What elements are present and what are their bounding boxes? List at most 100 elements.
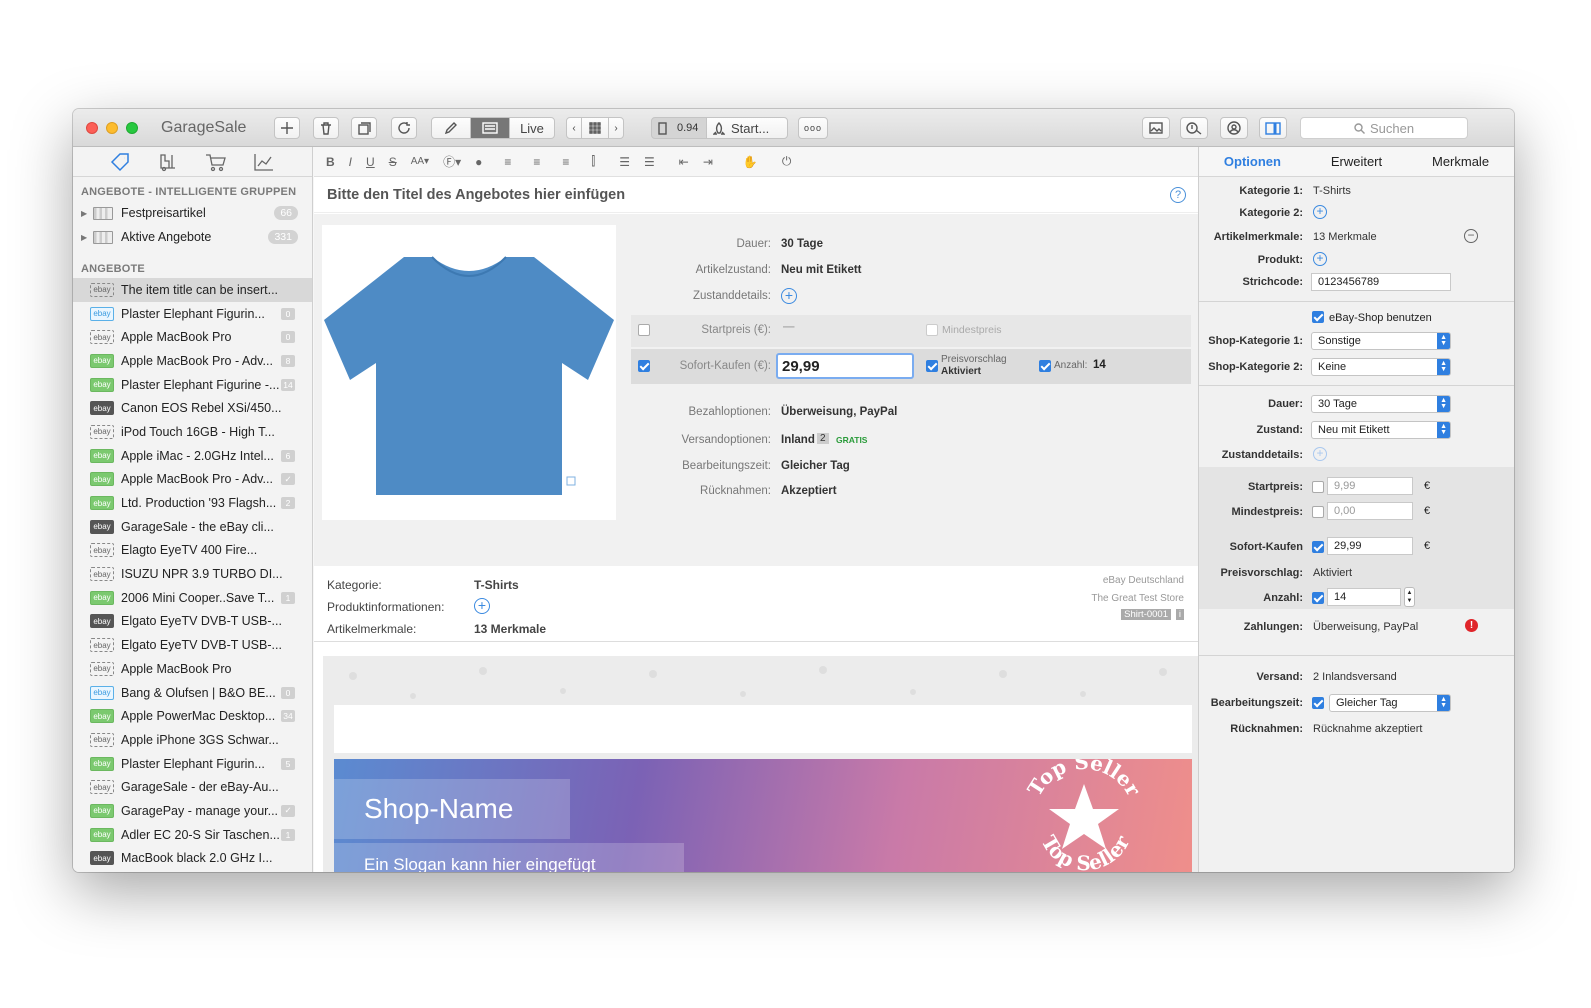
listing-item[interactable]: ebay Plaster Elephant Figurine -... 14 <box>73 373 312 397</box>
listing-item[interactable]: ebay Apple MacBook Pro - Adv... 8 <box>73 349 312 373</box>
listing-item[interactable]: ebay Apple MacBook Pro - Adv... ✓ <box>73 468 312 492</box>
listing-item[interactable]: ebay Bang & Olufsen | B&O BE... 0 <box>73 681 312 705</box>
product-image[interactable] <box>322 225 616 520</box>
listing-item[interactable]: ebay Elgato EyeTV DVB-T USB-... <box>73 633 312 657</box>
image-button[interactable] <box>1142 117 1170 139</box>
add-condition-details-icon[interactable]: + <box>1313 447 1327 461</box>
listing-item[interactable]: ebay MacBook black 2.0 GHz I... <box>73 847 312 871</box>
grid-button[interactable] <box>581 117 609 139</box>
listing-item[interactable]: ebay GaragePay - manage your... ✓ <box>73 799 312 823</box>
bullet-list-icon[interactable]: ☰ <box>619 155 630 169</box>
quantity-stepper[interactable]: ▲ ▼ <box>1404 587 1415 607</box>
outdent-icon[interactable]: ⇤ <box>679 155 689 169</box>
listing-item[interactable]: ebay Apple MacBook Pro <box>73 657 312 681</box>
hand-icon[interactable]: ✋ <box>743 155 758 169</box>
numbered-list-icon[interactable]: ☰ <box>644 155 655 169</box>
item-specifics-label[interactable]: Artikelmerkmale: <box>327 622 416 636</box>
listing-item[interactable]: ebay Apple PowerMac Desktop... 34 <box>73 704 312 728</box>
listing-item[interactable]: ebay ISUZU NPR 3.9 TURBO DI... <box>73 562 312 586</box>
delete-button[interactable] <box>313 117 339 139</box>
zoom-window-button[interactable] <box>126 122 138 134</box>
forklift-icon[interactable] <box>158 152 178 172</box>
returns-value[interactable]: Rücknahme akzeptiert <box>1313 723 1422 735</box>
search-field[interactable]: Suchen <box>1300 117 1468 139</box>
duration-select[interactable]: 30 Tage ▲ ▼ <box>1311 395 1451 413</box>
listing-item[interactable]: ebay 2006 Mini Cooper..Save T... 1 <box>73 586 312 610</box>
add-category2-icon[interactable]: + <box>1313 205 1327 219</box>
listing-item[interactable]: ebay The item title can be insert... <box>73 278 312 302</box>
listing-item[interactable]: ebay Elgato EyeTV DVB-T USB-... <box>73 610 312 634</box>
listing-item[interactable]: ebay Elagto EyeTV 400 Fire... <box>73 539 312 563</box>
listing-item[interactable]: ebay Adler EC 20-S Sir Taschen... 1 <box>73 823 312 847</box>
handling-select[interactable]: Gleicher Tag ▲ ▼ <box>1329 694 1451 712</box>
shop-category1-select[interactable]: Sonstige ▲ ▼ <box>1311 332 1451 350</box>
min-price-input[interactable]: 0,00 <box>1327 502 1413 520</box>
help-icon[interactable]: ? <box>1170 187 1186 203</box>
min-price-checkbox[interactable] <box>926 324 938 336</box>
chart-icon[interactable] <box>253 152 275 172</box>
category1-value[interactable]: T-Shirts <box>1313 185 1351 197</box>
buy-now-input[interactable]: 29,99 <box>1327 537 1413 555</box>
font-button[interactable]: Ⓕ▾ <box>443 153 461 170</box>
listing-item[interactable]: ebay Apple iPhone 3GS Schwar... <box>73 728 312 752</box>
italic-button[interactable]: I <box>349 155 352 169</box>
payments-value[interactable]: Überweisung, PayPal <box>1313 621 1418 633</box>
strikethrough-button[interactable]: S <box>389 155 397 169</box>
listing-item[interactable]: ebay GarageSale - der eBay-Au... <box>73 775 312 799</box>
condition-select[interactable]: Neu mit Etikett ▲ ▼ <box>1311 421 1451 439</box>
smart-group[interactable]: ▶ Aktive Angebote 331 <box>73 225 312 249</box>
disclosure-triangle-icon[interactable]: ▶ <box>81 209 93 218</box>
remove-specifics-icon[interactable]: − <box>1464 229 1478 243</box>
quantity-input[interactable]: 14 <box>1327 588 1401 606</box>
form-view-button[interactable] <box>470 117 510 139</box>
edit-button[interactable] <box>431 117 471 139</box>
listing-item[interactable]: ebay Apple MacBook Pro 0 <box>73 325 312 349</box>
best-offer-value[interactable]: Aktiviert <box>1313 567 1352 579</box>
listing-item[interactable]: ebay Plaster Elephant Figurin... 5 <box>73 752 312 776</box>
specifics-value[interactable]: 13 Merkmale <box>1313 231 1377 243</box>
live-view-button[interactable]: Live <box>509 117 555 139</box>
duplicate-button[interactable] <box>351 117 377 139</box>
handling-checkbox[interactable] <box>1312 697 1324 709</box>
start-price-input[interactable]: 9,99 <box>1327 477 1413 495</box>
cart-icon[interactable] <box>205 152 227 172</box>
add-condition-details-icon[interactable]: + <box>781 288 797 304</box>
barcode-input[interactable]: 0123456789 <box>1311 273 1451 291</box>
warning-icon[interactable]: ! <box>1465 619 1478 632</box>
start-price-checkbox[interactable] <box>1312 481 1324 493</box>
add-product-info-icon[interactable]: + <box>474 598 490 614</box>
listing-item[interactable]: ebay Plaster Elephant Figurin... 0 <box>73 302 312 326</box>
bold-button[interactable]: B <box>326 155 335 169</box>
add-button[interactable] <box>274 117 300 139</box>
underline-button[interactable]: U <box>366 155 375 169</box>
listing-item[interactable]: ebay Ltd. Production '93 Flagsh... 2 <box>73 491 312 515</box>
close-window-button[interactable] <box>86 122 98 134</box>
listing-item[interactable]: ebay Apple iMac - 2.0GHz Intel... 6 <box>73 444 312 468</box>
inspector-button[interactable] <box>1180 117 1208 139</box>
account-button[interactable] <box>1220 117 1248 139</box>
add-product-icon[interactable]: + <box>1313 252 1327 266</box>
refresh-button[interactable] <box>391 117 417 139</box>
start-button[interactable]: Start... <box>706 117 788 139</box>
more-button[interactable]: ooo <box>798 117 828 139</box>
minimize-window-button[interactable] <box>106 122 118 134</box>
min-price-checkbox[interactable] <box>1312 506 1324 518</box>
buy-now-checkbox[interactable] <box>1312 541 1324 553</box>
indent-icon[interactable]: ⇥ <box>703 155 713 169</box>
listing-title-input[interactable]: Bitte den Titel des Angebotes hier einfü… <box>314 177 1198 213</box>
sku-info-icon[interactable]: i <box>1175 609 1184 620</box>
sidebar-toggle-button[interactable] <box>1259 117 1287 139</box>
align-left-icon[interactable]: ≡ <box>504 155 511 169</box>
shipping-value[interactable]: 2 Inlandsversand <box>1313 671 1397 683</box>
smart-group[interactable]: ▶ Festpreisartikel 66 <box>73 201 312 225</box>
offer-checkbox[interactable] <box>926 360 938 372</box>
tags-icon[interactable] <box>110 152 132 172</box>
line-height-icon[interactable]: ⫿ <box>591 154 595 169</box>
tab-options[interactable]: Optionen <box>1224 154 1281 169</box>
tab-specifics[interactable]: Merkmale <box>1432 154 1489 169</box>
quantity-checkbox[interactable] <box>1039 360 1051 372</box>
prev-button[interactable]: ‹ <box>566 117 582 139</box>
color-drop-icon[interactable]: ● <box>475 155 482 169</box>
shop-category2-select[interactable]: Keine ▲ ▼ <box>1311 358 1451 376</box>
use-shop-checkbox[interactable] <box>1312 311 1324 323</box>
